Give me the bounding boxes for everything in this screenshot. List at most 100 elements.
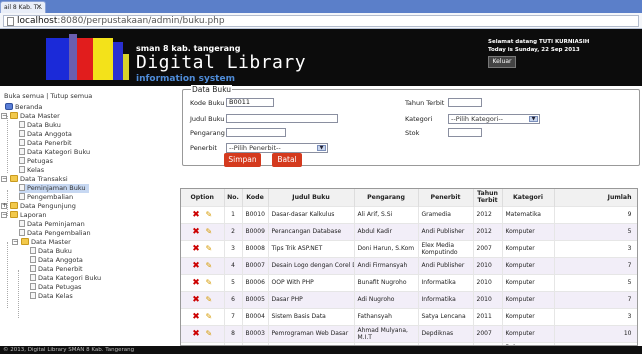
logo-bar-2 bbox=[69, 34, 77, 80]
edit-icon[interactable]: ✎ bbox=[206, 312, 213, 321]
kode-label: Kode Buku bbox=[190, 99, 225, 107]
cell-jumlah: 10 bbox=[554, 324, 637, 342]
delete-icon[interactable]: ✖ bbox=[192, 210, 200, 220]
nav-beranda[interactable]: Beranda bbox=[5, 103, 42, 112]
cell-tahun: 2012 bbox=[473, 222, 503, 240]
cell-jumlah: 3 bbox=[554, 307, 637, 325]
nav-label: Beranda bbox=[15, 103, 43, 111]
delete-icon[interactable]: ✖ bbox=[192, 329, 200, 339]
tab-close-icon[interactable]: ✕ bbox=[36, 2, 42, 13]
table-row: ✖ ✎ 7 B0004 Sistem Basis Data Fathansyah Saty… bbox=[181, 307, 637, 325]
cell-jumlah: 3 bbox=[554, 239, 637, 257]
cell-judul: Sistem Basis Data bbox=[268, 307, 355, 325]
kode-buku-input[interactable]: B0011 bbox=[226, 98, 274, 107]
collapse-toggle-icon[interactable]: − bbox=[1, 212, 7, 218]
cell-jumlah: 7 bbox=[554, 256, 637, 274]
nav-kelas[interactable]: Kelas bbox=[19, 166, 44, 175]
collapse-toggle-icon[interactable]: − bbox=[1, 176, 7, 182]
nav-label: Laporan bbox=[20, 211, 47, 219]
nav-label: Data Buku bbox=[27, 121, 61, 129]
edit-icon[interactable]: ✎ bbox=[206, 329, 213, 338]
judul-buku-input[interactable] bbox=[226, 114, 338, 123]
cell-tahun: 2012 bbox=[473, 205, 503, 223]
nav-peminjaman-buku[interactable]: Peminjaman Buku bbox=[19, 184, 89, 193]
tree-line bbox=[7, 116, 8, 173]
edit-icon[interactable]: ✎ bbox=[206, 261, 213, 270]
browser-tabstrip: ail 8 Kab. T... ✕ bbox=[0, 0, 642, 13]
folder-icon bbox=[10, 211, 18, 218]
cell-kode: B0007 bbox=[242, 256, 269, 274]
browser-tab[interactable]: ail 8 Kab. T... ✕ bbox=[0, 1, 46, 13]
delete-icon[interactable]: ✖ bbox=[192, 227, 200, 237]
edit-icon[interactable]: ✎ bbox=[206, 244, 213, 253]
delete-icon[interactable]: ✖ bbox=[192, 261, 200, 271]
delete-icon[interactable]: ✖ bbox=[192, 312, 200, 322]
penerbit-select[interactable]: --Pilih Penerbit-- ▼ bbox=[226, 143, 328, 153]
nav-laporan[interactable]: Laporan bbox=[10, 211, 46, 220]
document-icon bbox=[30, 247, 36, 254]
nav-lap-data-kategori[interactable]: Data Kategori Buku bbox=[30, 274, 101, 283]
col-header-kategori: Kategori bbox=[502, 189, 555, 206]
edit-icon[interactable]: ✎ bbox=[206, 295, 213, 304]
pengarang-label: Pengarang bbox=[190, 129, 225, 137]
document-icon bbox=[19, 229, 25, 236]
batal-button[interactable]: Batal bbox=[272, 153, 302, 167]
cell-kategori: Komputer bbox=[502, 273, 555, 291]
nav-lap-peminjaman[interactable]: Data Peminjaman bbox=[19, 220, 85, 229]
home-icon bbox=[5, 103, 13, 110]
nav-data-penerbit[interactable]: Data Penerbit bbox=[19, 139, 72, 148]
nav-pengembalian[interactable]: Pengembalian bbox=[19, 193, 73, 202]
document-icon bbox=[30, 292, 36, 299]
nav-data-transaksi[interactable]: Data Transaksi bbox=[10, 175, 68, 184]
nav-lap-data-petugas[interactable]: Data Petugas bbox=[30, 283, 81, 292]
col-header-option: Option bbox=[181, 189, 225, 206]
cell-kode: B0003 bbox=[242, 324, 269, 342]
cell-pengarang: Fathansyah bbox=[354, 307, 419, 325]
stok-input[interactable] bbox=[448, 128, 482, 137]
nav-lap-data-master[interactable]: Data Master bbox=[21, 238, 71, 247]
document-icon bbox=[30, 256, 36, 263]
delete-icon[interactable]: ✖ bbox=[192, 244, 200, 254]
row-options: ✖ ✎ bbox=[181, 273, 225, 291]
nav-data-master[interactable]: Data Master bbox=[10, 112, 60, 121]
penerbit-label: Penerbit bbox=[190, 144, 217, 152]
collapse-toggle-icon[interactable]: − bbox=[1, 113, 7, 119]
nav-data-anggota[interactable]: Data Anggota bbox=[19, 130, 72, 139]
logo-bar-4 bbox=[93, 38, 113, 80]
simpan-button[interactable]: Simpan bbox=[224, 153, 261, 167]
nav-lap-data-anggota[interactable]: Data Anggota bbox=[30, 256, 83, 265]
row-options: ✖ ✎ bbox=[181, 239, 225, 257]
nav-petugas[interactable]: Petugas bbox=[19, 157, 53, 166]
nav-label: Data Petugas bbox=[38, 283, 82, 291]
edit-icon[interactable]: ✎ bbox=[206, 227, 213, 236]
delete-icon[interactable]: ✖ bbox=[192, 295, 200, 305]
collapse-toggle-icon[interactable]: − bbox=[12, 239, 18, 245]
logout-button[interactable]: Keluar bbox=[488, 56, 516, 68]
tahun-terbit-input[interactable] bbox=[448, 98, 482, 107]
url-host: localhost bbox=[17, 16, 58, 26]
document-icon bbox=[19, 148, 25, 155]
form-legend: Data Buku bbox=[191, 85, 233, 94]
nav-lap-data-buku[interactable]: Data Buku bbox=[30, 247, 72, 256]
cell-judul: Tips Trik ASP.NET bbox=[268, 239, 355, 257]
nav-lap-pengembalian[interactable]: Data Pengembalian bbox=[19, 229, 91, 238]
pengarang-input[interactable] bbox=[226, 128, 286, 137]
page-icon bbox=[7, 17, 14, 26]
book-table-grid: Option No. Kode Judul Buku Pengarang Pen… bbox=[181, 189, 637, 345]
expand-collapse-links[interactable]: Buka semua | Tutup semua bbox=[4, 92, 92, 100]
nav-data-pengunjung[interactable]: Data Pengunjung bbox=[10, 202, 76, 211]
nav-data-buku[interactable]: Data Buku bbox=[19, 121, 61, 130]
folder-icon bbox=[10, 202, 18, 209]
cell-penerbit: Gramedia bbox=[418, 205, 474, 223]
nav-lap-data-kelas[interactable]: Data Kelas bbox=[30, 292, 73, 301]
edit-icon[interactable]: ✎ bbox=[206, 210, 213, 219]
delete-icon[interactable]: ✖ bbox=[192, 278, 200, 288]
expand-toggle-icon[interactable]: + bbox=[1, 203, 7, 209]
cell-pengarang: Ahmad Mulyana, M.I.T bbox=[354, 324, 419, 342]
url-input[interactable]: localhost:8080/perpustakaan/admin/buku.p… bbox=[3, 15, 639, 27]
edit-icon[interactable]: ✎ bbox=[206, 278, 213, 287]
nav-data-kategori[interactable]: Data Kategori Buku bbox=[19, 148, 90, 157]
kategori-select[interactable]: --Pilih Kategori-- ▼ bbox=[448, 114, 540, 124]
cell-jumlah: 7 bbox=[554, 290, 637, 308]
nav-lap-data-penerbit[interactable]: Data Penerbit bbox=[30, 265, 83, 274]
